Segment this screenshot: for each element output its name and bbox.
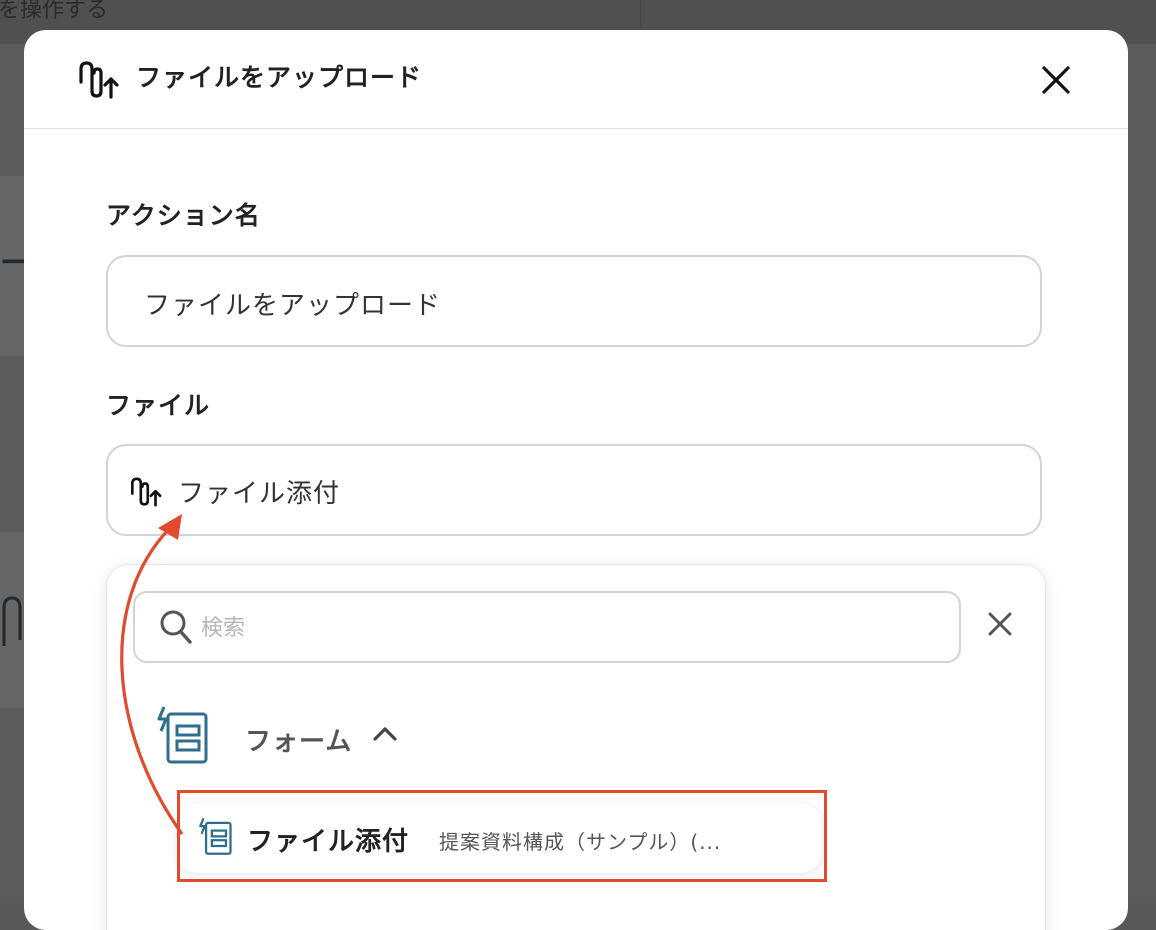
file-label: ファイル <box>106 391 211 420</box>
background-paperclip-icon <box>2 596 22 646</box>
background-partial-text: を操作する <box>0 0 109 23</box>
search-box[interactable] <box>133 591 961 663</box>
action-name-label: アクション名 <box>106 201 261 230</box>
search-input[interactable] <box>199 607 943 649</box>
modal-header: ファイルをアップロード <box>24 30 1128 129</box>
clear-search-icon[interactable] <box>985 609 1015 639</box>
form-trigger-icon <box>157 706 208 764</box>
action-name-input[interactable]: ファイルをアップロード <box>106 255 1042 347</box>
file-input[interactable]: ファイル添付 <box>106 444 1042 536</box>
background-divider <box>640 0 641 30</box>
paperclip-upload-icon <box>131 477 162 507</box>
group-header-form[interactable]: フォーム <box>157 705 457 769</box>
action-name-value: ファイルをアップロード <box>144 291 442 321</box>
file-input-value: ファイル添付 <box>178 479 341 509</box>
search-icon <box>160 610 192 644</box>
annotation-highlight-box <box>177 790 827 882</box>
group-label: フォーム <box>245 727 353 757</box>
chevron-up-icon <box>373 727 397 741</box>
paperclip-upload-icon <box>79 61 119 99</box>
close-icon[interactable] <box>1036 60 1076 100</box>
modal-title: ファイルをアップロード <box>136 63 423 92</box>
